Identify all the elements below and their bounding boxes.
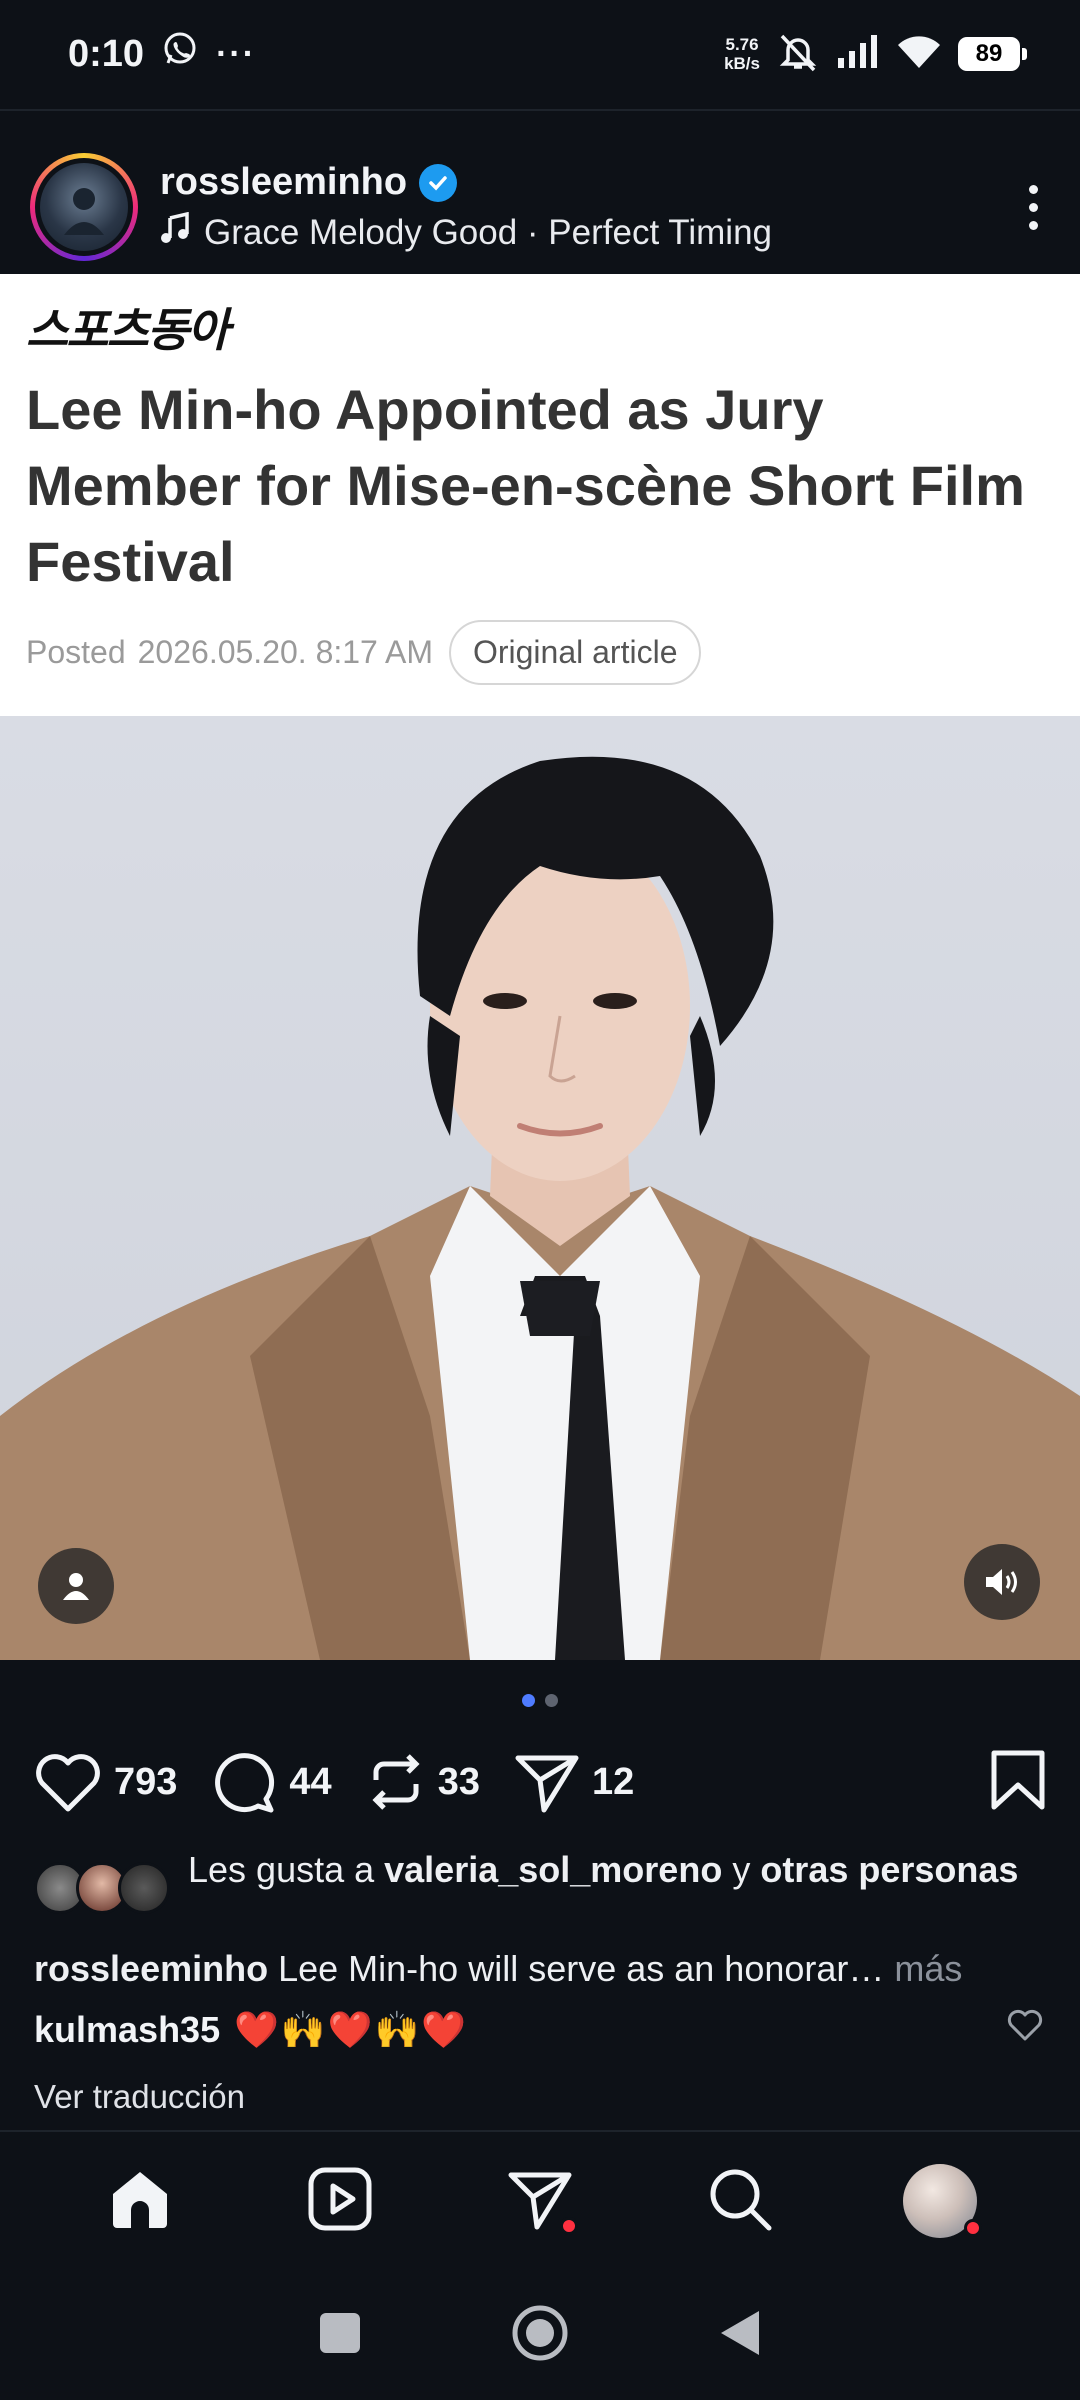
nav-reels[interactable] bbox=[300, 2161, 380, 2241]
carousel-indicator bbox=[0, 1694, 1080, 1707]
reels-icon bbox=[307, 2166, 373, 2237]
music-track[interactable]: Grace Melody Good · Perfect Timing bbox=[160, 211, 772, 253]
others-link[interactable]: otras personas bbox=[760, 1849, 1018, 1890]
whatsapp-icon bbox=[162, 31, 198, 77]
back-icon[interactable] bbox=[719, 2309, 761, 2362]
author-avatar[interactable] bbox=[30, 153, 138, 261]
share-button[interactable]: 12 bbox=[514, 1750, 634, 1814]
search-icon bbox=[707, 2166, 773, 2237]
post-caption[interactable]: rossleeminho Lee Min-ho will serve as an… bbox=[34, 1948, 1054, 1990]
bottom-navigation bbox=[0, 2130, 1080, 2270]
original-article-button[interactable]: Original article bbox=[448, 620, 702, 685]
share-count: 12 bbox=[591, 1760, 635, 1803]
clock: 0:10 bbox=[68, 32, 145, 75]
comment-icon bbox=[211, 1749, 277, 1815]
carousel-dot bbox=[545, 1694, 558, 1707]
comment-text: ❤️🙌❤️🙌❤️ bbox=[234, 2008, 469, 2050]
muted-bell-icon bbox=[776, 32, 820, 77]
post-header: rossleeminho Grace Melody Good · Perfect… bbox=[0, 140, 1080, 274]
posted-label: Posted bbox=[26, 634, 126, 670]
repost-count: 33 bbox=[437, 1760, 480, 1803]
comment-button[interactable]: 44 bbox=[211, 1749, 332, 1815]
nav-search[interactable] bbox=[700, 2161, 780, 2241]
nav-profile[interactable] bbox=[900, 2161, 982, 2241]
article-headline: Lee Min-ho Appointed as Jury Member for … bbox=[26, 378, 1025, 593]
liker-avatars bbox=[34, 1862, 174, 1922]
network-speed: 5.76 kB/s bbox=[724, 35, 760, 73]
sound-toggle-button[interactable] bbox=[964, 1544, 1040, 1620]
bookmark-icon bbox=[990, 1750, 1046, 1815]
signal-icon bbox=[836, 34, 880, 75]
home-system-icon[interactable] bbox=[511, 2304, 569, 2367]
status-bar: 0:10 ··· 5.76 kB/s 89 bbox=[0, 0, 1080, 108]
like-button[interactable]: 793 bbox=[34, 1751, 177, 1813]
caption-text: Lee Min-ho will serve as an honorar… bbox=[278, 1948, 885, 1989]
battery-indicator: 89 bbox=[958, 37, 1027, 71]
author-username[interactable]: rossleeminho bbox=[160, 161, 407, 204]
like-count: 793 bbox=[114, 1760, 178, 1803]
wifi-icon bbox=[896, 34, 942, 75]
comment-like-icon[interactable] bbox=[1006, 2008, 1044, 2051]
music-note-icon bbox=[160, 211, 190, 253]
translate-link[interactable]: Ver traducción bbox=[34, 2078, 245, 2116]
article-card: 스포츠동아 Lee Min-ho Appointed as Jury Membe… bbox=[0, 274, 1080, 716]
profile-notification-dot bbox=[964, 2219, 982, 2237]
comment-username[interactable]: kulmash35 bbox=[34, 2009, 220, 2051]
liker-username[interactable]: valeria_sol_moreno bbox=[384, 1849, 722, 1890]
nav-messages[interactable] bbox=[500, 2161, 580, 2241]
repost-icon bbox=[366, 1750, 426, 1814]
more-status-icon: ··· bbox=[216, 34, 257, 73]
posted-date: 2026.05.20. 8:17 AM bbox=[137, 634, 433, 670]
post-image[interactable] bbox=[0, 716, 1080, 1660]
carousel-dot-active bbox=[522, 1694, 535, 1707]
save-button[interactable] bbox=[990, 1749, 1046, 1816]
verified-badge-icon bbox=[419, 163, 458, 202]
system-navigation bbox=[0, 2270, 1080, 2400]
comment-row: kulmash35 ❤️🙌❤️🙌❤️ bbox=[34, 2008, 1044, 2051]
heart-icon bbox=[34, 1751, 102, 1813]
liked-by-row[interactable]: Les gusta a valeria_sol_moreno y otras p… bbox=[34, 1848, 1044, 1922]
nav-home[interactable] bbox=[100, 2161, 180, 2241]
send-icon bbox=[514, 1750, 580, 1814]
notification-dot bbox=[560, 2217, 578, 2235]
home-icon bbox=[107, 2166, 173, 2237]
action-bar: 793 44 33 12 bbox=[0, 1745, 1080, 1819]
tagged-people-button[interactable] bbox=[38, 1548, 114, 1624]
more-link[interactable]: más bbox=[884, 1948, 962, 1989]
caption-username[interactable]: rossleeminho bbox=[34, 1948, 268, 1989]
recents-icon[interactable] bbox=[319, 2312, 361, 2359]
publisher-logo: 스포츠동아 bbox=[26, 303, 230, 357]
liked-by-text: Les gusta a valeria_sol_moreno y otras p… bbox=[188, 1849, 1019, 1890]
divider bbox=[0, 109, 1080, 111]
repost-button[interactable]: 33 bbox=[366, 1750, 480, 1814]
post-options-icon[interactable] bbox=[1017, 175, 1050, 240]
music-label: Grace Melody Good · Perfect Timing bbox=[204, 212, 772, 252]
comment-count: 44 bbox=[289, 1760, 332, 1803]
